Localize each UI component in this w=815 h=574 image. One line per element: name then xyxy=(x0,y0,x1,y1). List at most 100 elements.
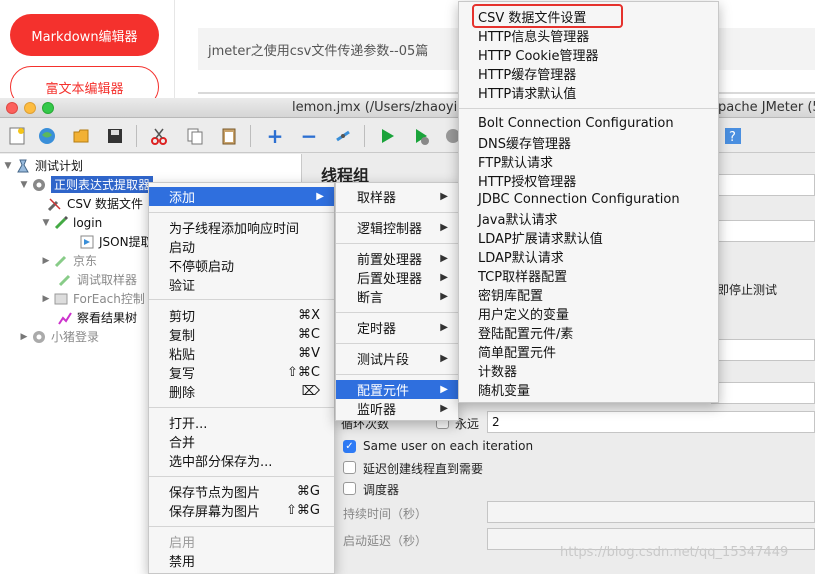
rampup-field[interactable] xyxy=(711,382,815,404)
expand-arrow-icon[interactable]: ▶ xyxy=(40,256,52,266)
menu-item-http-request-defaults[interactable]: HTTP请求默认值 xyxy=(459,83,718,102)
menu-item-ldap-defaults[interactable]: LDAP默认请求 xyxy=(459,247,718,266)
menu-item-delete[interactable]: 删除 ⌦ xyxy=(149,382,334,401)
loop-count-input[interactable]: 2 xyxy=(487,411,815,433)
tree-node-json[interactable]: JSON提取 xyxy=(78,232,153,251)
menu-item-random-variable[interactable]: 随机变量 xyxy=(459,380,718,399)
menu-item-save-screen-image[interactable]: 保存屏幕为图片 ⇧⌘G xyxy=(149,501,334,520)
comment-field[interactable] xyxy=(711,220,815,242)
tree-node-test-plan[interactable]: ▼ 测试计划 xyxy=(2,156,83,175)
menu-item-http-header-manager[interactable]: HTTP信息头管理器 xyxy=(459,26,718,45)
tree-node-foreach[interactable]: ▶ ForEach控制 xyxy=(40,289,145,308)
chart-icon xyxy=(56,310,74,326)
tree-node-debug[interactable]: 调试取样器 xyxy=(56,270,137,289)
close-window-button[interactable] xyxy=(6,102,18,114)
add-submenu: 取样器 ▶ 逻辑控制器 ▶ 前置处理器 ▶ 后置处理器 ▶ 断言 ▶ 定时器 ▶… xyxy=(335,182,459,421)
menu-item-keystore-config[interactable]: 密钥库配置 xyxy=(459,285,718,304)
tree-node-pig-login[interactable]: ▶ 小猪登录 xyxy=(18,327,99,346)
menu-item-jdbc-connection[interactable]: JDBC Connection Configuration xyxy=(459,190,718,209)
menu-item-duplicate[interactable]: 复写 ⇧⌘C xyxy=(149,363,334,382)
submenu-arrow-icon: ▶ xyxy=(440,222,448,233)
paste-icon[interactable] xyxy=(216,123,242,149)
collapse-arrow-icon[interactable]: ▼ xyxy=(18,180,30,190)
cut-icon[interactable] xyxy=(146,123,172,149)
scheduler-checkbox[interactable] xyxy=(343,482,356,495)
expand-arrow-icon[interactable]: ▶ xyxy=(18,332,30,342)
menu-item-save-node-image[interactable]: 保存节点为图片 ⌘G xyxy=(149,482,334,501)
menu-item-listener[interactable]: 监听器 ▶ xyxy=(336,399,458,418)
pencil-icon xyxy=(56,272,74,288)
copy-icon[interactable] xyxy=(182,123,208,149)
collapse-arrow-icon[interactable]: ▼ xyxy=(2,161,14,171)
zoom-window-button[interactable] xyxy=(42,102,54,114)
menu-item-ldap-ext-defaults[interactable]: LDAP扩展请求默认值 xyxy=(459,228,718,247)
menu-item-pre-processor[interactable]: 前置处理器 ▶ xyxy=(336,249,458,268)
menu-item-tcp-sampler-config[interactable]: TCP取样器配置 xyxy=(459,266,718,285)
menu-item-java-defaults[interactable]: Java默认请求 xyxy=(459,209,718,228)
menu-item-logic-controller[interactable]: 逻辑控制器 ▶ xyxy=(336,218,458,237)
loop-count-value: 2 xyxy=(492,415,500,429)
menu-item-login-config[interactable]: 登陆配置元件/素 xyxy=(459,323,718,342)
menu-item-add[interactable]: 添加 ▶ xyxy=(149,187,334,206)
minimize-window-button[interactable] xyxy=(24,102,36,114)
start-no-pause-icon[interactable] xyxy=(408,123,434,149)
expand-arrow-icon[interactable]: ▶ xyxy=(40,294,52,304)
tree-node-label: 京东 xyxy=(73,254,98,268)
menu-divider xyxy=(149,526,334,527)
menu-item-validate[interactable]: 验证 xyxy=(149,275,334,294)
menu-item-merge[interactable]: 合并 xyxy=(149,432,334,451)
tree-node-thread-group[interactable]: ▼ 正则表达式提取器 xyxy=(18,175,154,194)
menu-item-disable[interactable]: 禁用 xyxy=(149,551,334,570)
menu-item-user-defined-variables[interactable]: 用户定义的变量 xyxy=(459,304,718,323)
menu-item-cut[interactable]: 剪切 ⌘X xyxy=(149,306,334,325)
menu-item-http-auth-manager[interactable]: HTTP授权管理器 xyxy=(459,171,718,190)
menu-item-enable[interactable]: 启用 xyxy=(149,532,334,551)
duration-input[interactable] xyxy=(487,501,815,523)
menu-item-simple-config[interactable]: 简单配置元件 xyxy=(459,342,718,361)
tree-node-label: login xyxy=(73,215,103,230)
context-menu: 添加 ▶ 为子线程添加响应时间 启动 不停顿启动 验证 剪切 ⌘X 复制 ⌘C … xyxy=(148,182,335,574)
menu-item-add-think-time[interactable]: 为子线程添加响应时间 xyxy=(149,218,334,237)
start-icon[interactable] xyxy=(374,123,400,149)
menu-item-timer[interactable]: 定时器 ▶ xyxy=(336,318,458,337)
menu-item-start-no-pause[interactable]: 不停顿启动 xyxy=(149,256,334,275)
new-icon[interactable] xyxy=(4,123,30,149)
menu-item-sampler[interactable]: 取样器 ▶ xyxy=(336,187,458,206)
menu-item-dns-cache-manager[interactable]: DNS缓存管理器 xyxy=(459,133,718,152)
menu-item-counter[interactable]: 计数器 xyxy=(459,361,718,380)
threads-field[interactable] xyxy=(711,339,815,361)
menu-item-http-cache-manager[interactable]: HTTP缓存管理器 xyxy=(459,64,718,83)
menu-item-http-cookie-manager[interactable]: HTTP Cookie管理器 xyxy=(459,45,718,64)
window-title-suffix: pache JMeter (5 xyxy=(718,100,815,115)
menu-item-post-processor[interactable]: 后置处理器 ▶ xyxy=(336,268,458,287)
menu-item-copy[interactable]: 复制 ⌘C xyxy=(149,325,334,344)
menu-item-config-element[interactable]: 配置元件 ▶ xyxy=(336,380,458,399)
help-icon[interactable]: ? xyxy=(720,123,746,149)
same-user-checkbox[interactable]: ✓ xyxy=(343,440,356,453)
expand-all-icon[interactable]: + xyxy=(262,123,288,149)
toolbar-divider xyxy=(250,125,251,147)
tree-node-jd[interactable]: ▶ 京东 xyxy=(40,251,97,270)
markdown-editor-button[interactable]: Markdown编辑器 xyxy=(10,14,159,56)
templates-icon[interactable] xyxy=(34,123,60,149)
tree-node-login[interactable]: ▼ login xyxy=(40,213,102,232)
menu-item-assertion[interactable]: 断言 ▶ xyxy=(336,287,458,306)
menu-item-bolt-connection[interactable]: Bolt Connection Configuration xyxy=(459,114,718,133)
menu-item-test-fragment[interactable]: 测试片段 ▶ xyxy=(336,349,458,368)
delay-create-checkbox[interactable] xyxy=(343,461,356,474)
collapse-arrow-icon[interactable]: ▼ xyxy=(40,218,52,228)
tree-node-label: 察看结果树 xyxy=(77,311,138,325)
menu-item-save-selection[interactable]: 选中部分保存为... xyxy=(149,451,334,470)
menu-item-paste[interactable]: 粘贴 ⌘V xyxy=(149,344,334,363)
collapse-all-icon[interactable]: − xyxy=(296,123,322,149)
name-field[interactable] xyxy=(711,174,815,196)
open-icon[interactable] xyxy=(68,123,94,149)
tree-node-results[interactable]: 察看结果树 xyxy=(56,308,137,327)
menu-item-open[interactable]: 打开... xyxy=(149,413,334,432)
tree-node-csv[interactable]: CSV 数据文件 xyxy=(46,194,143,213)
menu-item-ftp-defaults[interactable]: FTP默认请求 xyxy=(459,152,718,171)
menu-item-start[interactable]: 启动 xyxy=(149,237,334,256)
save-icon[interactable] xyxy=(102,123,128,149)
pencil-icon xyxy=(52,215,70,231)
toggle-icon[interactable] xyxy=(330,123,356,149)
